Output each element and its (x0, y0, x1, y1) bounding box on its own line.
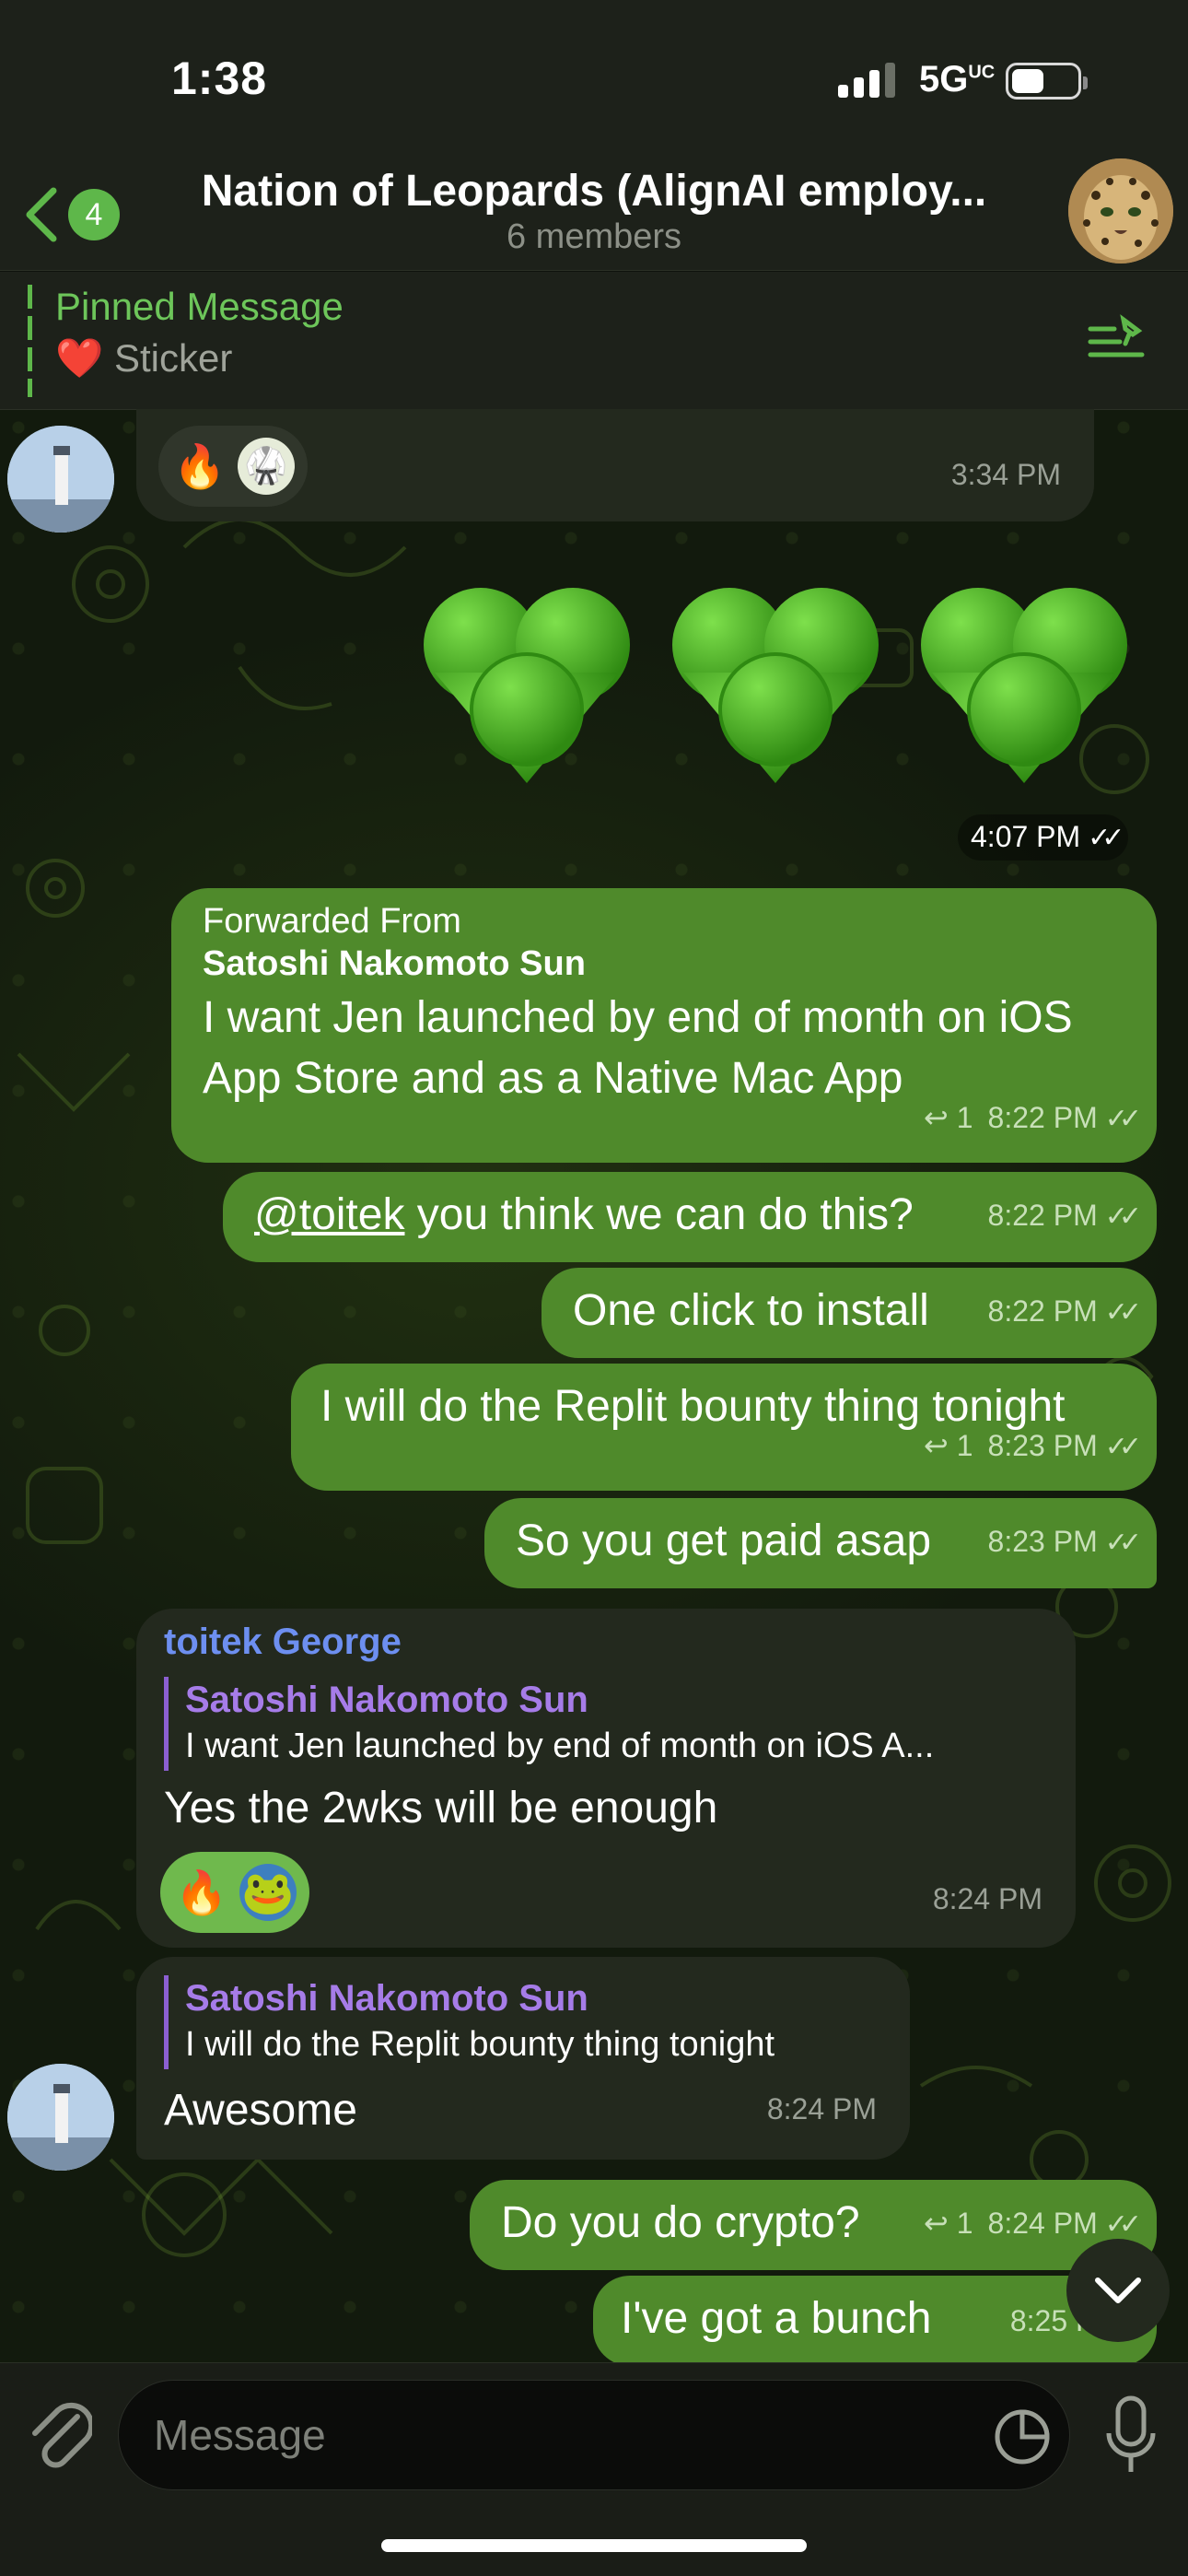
message-text: One click to install (573, 1286, 929, 1335)
message-meta: 8:22 PM ✓✓ (987, 1185, 1143, 1247)
quote-text: I want Jen launched by end of month on i… (185, 1727, 935, 1765)
message-text-body: you think we can do this? (404, 1190, 914, 1239)
sender-avatar[interactable] (7, 2064, 114, 2171)
pinned-indicator (28, 285, 32, 397)
message-bubble-outgoing[interactable]: One click to install 8:22 PM ✓✓ (542, 1268, 1157, 1358)
group-avatar[interactable] (1068, 158, 1173, 263)
read-ticks-icon: ✓✓ (1104, 2209, 1142, 2240)
paperclip-icon[interactable] (26, 2389, 92, 2481)
network-type: 5GUC (919, 59, 995, 100)
reply-count[interactable]: ↩ 1 (924, 1101, 973, 1134)
message-time: 8:24 PM (932, 1882, 1042, 1915)
message-time: 4:07 PM (971, 820, 1081, 853)
pinned-list-icon[interactable] (1087, 314, 1146, 366)
unread-count-badge: 4 (68, 189, 120, 240)
chevron-down-icon (1095, 2277, 1141, 2303)
message-bubble-incoming[interactable]: Satoshi Nakomoto Sun I will do the Repli… (136, 1957, 910, 2160)
message-text: App Store and as a Native Mac App (203, 1054, 903, 1103)
message-time: 8:24 PM (987, 2207, 1098, 2240)
message-text: Do you do crypto? (501, 2198, 860, 2247)
reply-quote[interactable]: Satoshi Nakomoto Sun I want Jen launched… (164, 1677, 1048, 1771)
microphone-icon[interactable] (1103, 2393, 1159, 2481)
message-time: 8:22 PM (987, 1294, 1098, 1328)
message-bubble-outgoing[interactable]: Forwarded From Satoshi Nakomoto Sun I wa… (171, 888, 1157, 1163)
pinned-title: Pinned Message (55, 285, 344, 328)
message-text: @toitek you think we can do this? (254, 1185, 914, 1246)
chat-member-count: 6 members (506, 217, 682, 256)
sticker-time: 4:07 PM ✓✓ (958, 814, 1129, 861)
read-ticks-icon: ✓✓ (1104, 1432, 1142, 1462)
leopard-avatar-image (1068, 158, 1173, 263)
message-bubble-outgoing[interactable]: So you get paid asap 8:23 PM ✓✓ (484, 1498, 1157, 1588)
back-button[interactable]: 4 (20, 182, 122, 247)
read-ticks-icon: ✓✓ (1104, 1297, 1142, 1328)
scroll-to-bottom-button[interactable] (1066, 2239, 1170, 2342)
message-bubble-outgoing[interactable]: @toitek you think we can do this? 8:22 P… (223, 1172, 1157, 1262)
fire-reaction-icon[interactable]: 🔥 (171, 438, 228, 495)
forwarded-sender[interactable]: Satoshi Nakomoto Sun (203, 942, 586, 986)
read-ticks-icon: ✓✓ (1104, 1528, 1142, 1558)
pinned-text: Sticker (113, 336, 233, 380)
lighthouse-avatar-image (7, 426, 114, 533)
read-ticks-icon: ✓✓ (1088, 823, 1124, 853)
reply-count[interactable]: ↩ 1 (924, 2207, 973, 2240)
message-text: Yes the 2wks will be enough (164, 1784, 718, 1832)
message-meta: ↩ 1 8:23 PM ✓✓ (924, 1415, 1142, 1478)
sender-name[interactable]: toitek George (164, 1616, 402, 1668)
status-time: 1:38 (171, 53, 268, 104)
read-ticks-icon: ✓✓ (1104, 1104, 1142, 1134)
message-bubble-incoming[interactable]: 🔥 🥋 3:34 PM (136, 409, 1094, 521)
message-input[interactable] (118, 2380, 1070, 2490)
chat-title[interactable]: Nation of Leopards (AlignAI employ... (157, 166, 1031, 217)
reply-count[interactable]: ↩ 1 (924, 1429, 973, 1462)
quote-sender: Satoshi Nakomoto Sun (185, 1978, 588, 2019)
message-meta: ↩ 1 8:22 PM ✓✓ (924, 1087, 1142, 1150)
message-text: I want Jen launched by end of month on i… (203, 993, 1073, 1042)
pinned-preview: ❤️ Sticker (55, 336, 232, 381)
status-bar: 1:38 5GUC (0, 0, 1188, 157)
user-mention-link[interactable]: @toitek (254, 1190, 404, 1239)
reaction-bar[interactable]: 🔥 🐸 (160, 1852, 309, 1933)
reaction-bar[interactable]: 🔥 🥋 (158, 426, 308, 507)
message-text: I've got a bunch (621, 2294, 932, 2343)
reply-quote[interactable]: Satoshi Nakomoto Sun I will do the Repli… (164, 1975, 891, 2069)
message-bubble-incoming[interactable]: toitek George Satoshi Nakomoto Sun I wan… (136, 1609, 1076, 1948)
kungfu-reaction-icon[interactable]: 🥋 (238, 438, 295, 495)
fire-reaction-icon[interactable]: 🔥 (173, 1864, 230, 1921)
sender-avatar[interactable] (7, 426, 114, 533)
read-ticks-icon: ✓✓ (1104, 1201, 1142, 1232)
battery-icon (1006, 63, 1088, 100)
sticker-message[interactable] (416, 571, 1153, 802)
green-hearts-sticker (424, 588, 1127, 783)
signal-strength-icon (838, 61, 895, 98)
message-text: Awesome (164, 2086, 357, 2135)
forwarded-label: Forwarded From (203, 902, 461, 941)
message-time: 8:23 PM (987, 1429, 1098, 1462)
chevron-left-icon (26, 187, 57, 242)
message-bubble-outgoing[interactable]: Do you do crypto? ↩ 1 8:24 PM ✓✓ (470, 2180, 1157, 2270)
pinned-message-bar[interactable]: Pinned Message ❤️ Sticker (0, 272, 1188, 410)
chat-header: 4 Nation of Leopards (AlignAI employ... … (0, 157, 1188, 271)
message-time: 3:34 PM (950, 458, 1061, 491)
heart-icon: ❤️ (55, 336, 104, 380)
quote-sender: Satoshi Nakomoto Sun (185, 1680, 588, 1720)
message-time: 8:23 PM (987, 1525, 1098, 1558)
network-suffix: UC (968, 62, 996, 83)
message-text: So you get paid asap (516, 1516, 932, 1565)
sticker-icon[interactable] (993, 2407, 1052, 2466)
message-time: 8:24 PM (766, 2092, 877, 2125)
quote-text: I will do the Replit bounty thing tonigh… (185, 2025, 775, 2064)
message-time: 8:22 PM (987, 1101, 1098, 1134)
message-meta: 8:23 PM ✓✓ (987, 1511, 1143, 1574)
message-bubble-outgoing[interactable]: I will do the Replit bounty thing tonigh… (291, 1364, 1157, 1491)
network-label: 5G (919, 59, 969, 100)
message-time: 8:22 PM (987, 1199, 1098, 1232)
message-meta: 8:22 PM ✓✓ (987, 1281, 1143, 1343)
home-indicator (381, 2539, 807, 2552)
lighthouse-avatar-image (7, 2064, 114, 2171)
pepe-reaction-icon[interactable]: 🐸 (239, 1864, 297, 1921)
